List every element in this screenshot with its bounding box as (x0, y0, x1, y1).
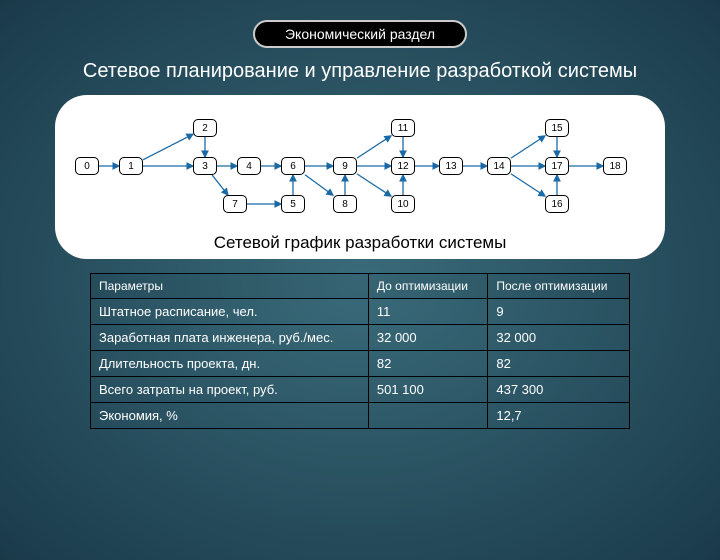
diagram-node: 0 (75, 157, 99, 175)
value-after: 437 300 (488, 377, 630, 403)
diagram-node: 2 (193, 119, 217, 137)
network-diagram: 0123456789101112131415161718 (75, 109, 645, 229)
diagram-node: 13 (439, 157, 463, 175)
diagram-edge (305, 175, 333, 195)
diagram-node: 6 (281, 157, 305, 175)
page-title: Сетевое планирование и управление разраб… (0, 60, 720, 83)
value-after: 12,7 (488, 403, 630, 429)
col-before: До оптимизации (368, 274, 487, 299)
diagram-node: 5 (281, 195, 305, 213)
diagram-node: 3 (193, 157, 217, 175)
value-after: 82 (488, 351, 630, 377)
diagram-edge (511, 174, 545, 196)
table-row: Длительность проекта, дн.8282 (91, 351, 630, 377)
table-row: Всего затраты на проект, руб.501 100437 … (91, 377, 630, 403)
diagram-edge (212, 175, 228, 195)
diagram-panel: 0123456789101112131415161718 Сетевой гра… (55, 95, 665, 259)
table-header-row: Параметры До оптимизации После оптимизац… (91, 274, 630, 299)
table-row: Экономия, % 12,7 (91, 403, 630, 429)
col-after: После оптимизации (488, 274, 630, 299)
diagram-node: 12 (391, 157, 415, 175)
diagram-node: 1 (119, 157, 143, 175)
diagram-node: 9 (333, 157, 357, 175)
diagram-edge (357, 174, 391, 196)
param-name: Штатное расписание, чел. (91, 299, 369, 325)
diagram-node: 7 (223, 195, 247, 213)
parameters-table: Параметры До оптимизации После оптимизац… (90, 273, 630, 429)
diagram-node: 8 (333, 195, 357, 213)
param-name: Экономия, % (91, 403, 369, 429)
diagram-caption: Сетевой график разработки системы (75, 233, 645, 253)
value-before: 32 000 (368, 325, 487, 351)
param-name: Длительность проекта, дн. (91, 351, 369, 377)
diagram-node: 10 (391, 195, 415, 213)
value-before: 11 (368, 299, 487, 325)
diagram-node: 4 (237, 157, 261, 175)
diagram-node: 17 (545, 157, 569, 175)
diagram-node: 18 (603, 157, 627, 175)
param-name: Заработная плата инженера, руб./мес. (91, 325, 369, 351)
value-before: 501 100 (368, 377, 487, 403)
col-params: Параметры (91, 274, 369, 299)
diagram-node: 15 (545, 119, 569, 137)
param-name: Всего затраты на проект, руб. (91, 377, 369, 403)
section-badge: Экономический раздел (253, 20, 467, 48)
table-row: Штатное расписание, чел.119 (91, 299, 630, 325)
value-after: 9 (488, 299, 630, 325)
diagram-edge (143, 134, 193, 160)
diagram-edge (511, 136, 545, 158)
value-before (368, 403, 487, 429)
diagram-edge (357, 136, 391, 158)
diagram-node: 14 (487, 157, 511, 175)
value-after: 32 000 (488, 325, 630, 351)
diagram-node: 11 (391, 119, 415, 137)
diagram-node: 16 (545, 195, 569, 213)
table-row: Заработная плата инженера, руб./мес.32 0… (91, 325, 630, 351)
value-before: 82 (368, 351, 487, 377)
